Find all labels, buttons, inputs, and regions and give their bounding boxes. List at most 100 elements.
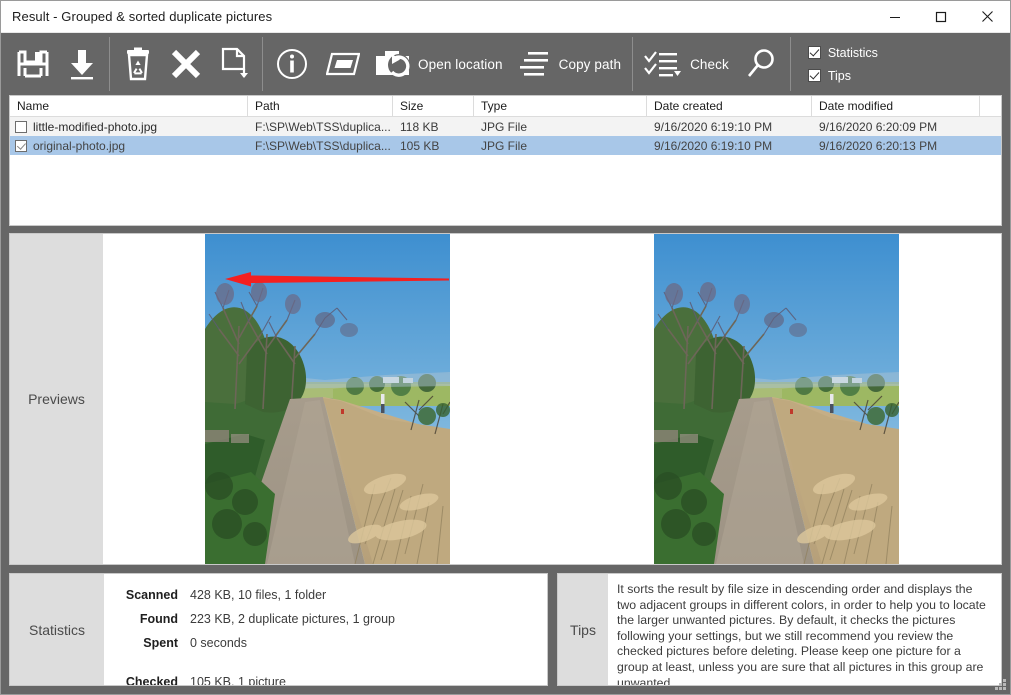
search-icon — [747, 49, 774, 77]
column-header-filler — [980, 96, 1001, 116]
rename-icon — [326, 52, 360, 76]
table-row[interactable]: original-photo.jpg F:\SP\Web\TSS\duplica… — [10, 136, 1001, 155]
rename-button[interactable] — [317, 33, 369, 95]
tips-checkbox[interactable]: Tips — [807, 68, 878, 83]
statistics-key-spent: Spent — [143, 636, 178, 650]
copy-path-label: Copy path — [558, 56, 622, 72]
move-file-button[interactable] — [210, 33, 258, 95]
title-bar: Result - Grouped & sorted duplicate pict… — [1, 1, 1010, 33]
cell-size: 118 KB — [400, 119, 439, 134]
check-button[interactable]: Check — [637, 33, 736, 95]
row-checkbox[interactable] — [15, 120, 27, 133]
cell-date-created: 9/16/2020 6:19:10 PM — [654, 138, 773, 153]
toolbar-separator-1 — [109, 37, 110, 91]
row-checkbox[interactable] — [15, 139, 27, 152]
download-button[interactable] — [59, 33, 105, 95]
file-list: Name Path Size Type Date created Date mo… — [9, 95, 1002, 226]
move-file-icon — [221, 47, 248, 78]
table-row[interactable]: little-modified-photo.jpg F:\SP\Web\TSS\… — [10, 117, 1001, 136]
maximize-icon — [935, 11, 947, 22]
save-button[interactable] — [7, 33, 59, 95]
search-button[interactable] — [736, 33, 786, 95]
statistics-row-spent: Spent 0 seconds — [104, 631, 547, 655]
minimize-icon — [890, 16, 900, 18]
preview-left[interactable] — [103, 234, 552, 564]
tips-label-column: Tips — [558, 574, 608, 685]
cell-path: F:\SP\Web\TSS\duplica... — [255, 119, 391, 134]
open-location-label: Open location — [418, 56, 503, 72]
statistics-key-checked: Checked — [125, 675, 178, 686]
cell-size: 105 KB — [400, 138, 440, 153]
tips-panel: Tips It sorts the result by file size in… — [557, 573, 1002, 686]
statistics-key-found: Found — [139, 612, 178, 626]
chevron-down-icon — [674, 71, 682, 76]
app-window: Result - Grouped & sorted duplicate pict… — [0, 0, 1011, 695]
copy-path-button[interactable]: Copy path — [510, 33, 628, 95]
statistics-body: Scanned 428 KB, 10 files, 1 folder Found… — [104, 574, 547, 685]
minimize-button[interactable] — [872, 1, 918, 32]
tips-checkbox-label: Tips — [827, 68, 851, 83]
statistics-value-checked: 105 KB, 1 picture — [190, 675, 286, 686]
check-label: Check — [690, 56, 729, 72]
bottom-panels: Statistics Scanned 428 KB, 10 files, 1 f… — [9, 573, 1002, 686]
close-icon — [981, 11, 993, 22]
statistics-checkbox-label: Statistics — [827, 45, 878, 60]
save-icon — [17, 50, 49, 78]
previews-panel: Previews — [9, 233, 1002, 565]
column-header-date-modified[interactable]: Date modified — [812, 96, 980, 116]
statistics-panel-label: Statistics — [28, 621, 85, 638]
cell-name: original-photo.jpg — [33, 138, 126, 153]
preview-image-right — [654, 234, 899, 564]
previews-label: Previews — [28, 391, 85, 407]
statistics-checked-row: Checked 105 KB, 1 picture — [104, 662, 547, 686]
delete-button[interactable] — [162, 33, 210, 95]
cell-name: little-modified-photo.jpg — [33, 119, 158, 134]
file-list-header: Name Path Size Type Date created Date mo… — [10, 96, 1001, 117]
download-icon — [71, 50, 93, 80]
statistics-key-scanned: Scanned — [125, 588, 178, 602]
close-button[interactable] — [964, 1, 1010, 32]
statistics-row-found: Found 223 KB, 2 duplicate pictures, 1 gr… — [104, 607, 547, 631]
info-button[interactable] — [267, 33, 317, 95]
toolbar-checkboxes: Statistics Tips — [795, 33, 878, 95]
statistics-row-scanned: Scanned 428 KB, 10 files, 1 folder — [104, 583, 547, 607]
statistics-value-scanned: 428 KB, 10 files, 1 folder — [190, 588, 327, 602]
maximize-button[interactable] — [918, 1, 964, 32]
column-header-path[interactable]: Path — [248, 96, 393, 116]
cell-date-modified: 9/16/2020 6:20:13 PM — [819, 138, 938, 153]
toolbar-separator-2 — [262, 37, 263, 91]
tips-text: It sorts the result by file size in desc… — [617, 582, 986, 686]
column-header-size[interactable]: Size — [393, 96, 474, 116]
delete-x-icon — [171, 49, 201, 79]
statistics-value-found: 223 KB, 2 duplicate pictures, 1 group — [190, 612, 395, 626]
open-location-button[interactable]: Open location — [369, 33, 510, 95]
check-icon — [644, 51, 682, 77]
statistics-label-column: Statistics — [10, 574, 104, 685]
tips-panel-label: Tips — [570, 621, 596, 638]
toolbar: Open location Copy path Check Statistics… — [1, 33, 1010, 95]
photo-left-graphic — [205, 234, 450, 564]
cell-path: F:\SP\Web\TSS\duplica... — [255, 138, 391, 153]
copy-path-icon — [519, 52, 548, 76]
photo-right-graphic — [654, 234, 899, 564]
preview-right[interactable] — [552, 234, 1001, 564]
cell-type: JPG File — [481, 119, 528, 134]
resize-grip[interactable] — [994, 678, 1007, 691]
statistics-checkbox[interactable]: Statistics — [807, 45, 878, 60]
toolbar-separator-4 — [789, 37, 791, 91]
checkbox-icon — [807, 69, 821, 82]
cell-date-created: 9/16/2020 6:19:10 PM — [654, 119, 773, 134]
cell-type: JPG File — [481, 138, 528, 153]
window-title: Result - Grouped & sorted duplicate pict… — [12, 9, 273, 24]
column-header-type[interactable]: Type — [474, 96, 647, 116]
column-header-date-created[interactable]: Date created — [647, 96, 812, 116]
recycle-bin-button[interactable] — [114, 33, 162, 95]
statistics-value-spent: 0 seconds — [190, 636, 247, 650]
toolbar-separator-3 — [632, 37, 634, 91]
previews-label-column: Previews — [10, 234, 103, 564]
statistics-panel: Statistics Scanned 428 KB, 10 files, 1 f… — [9, 573, 548, 686]
column-header-name[interactable]: Name — [10, 96, 248, 116]
preview-image-left — [205, 234, 450, 564]
cell-date-modified: 9/16/2020 6:20:09 PM — [819, 119, 938, 134]
recycle-bin-icon — [127, 47, 149, 81]
